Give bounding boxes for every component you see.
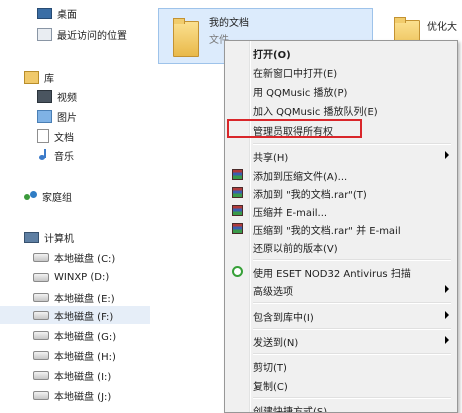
nav-item-label: 桌面 xyxy=(57,9,77,21)
context-menu: 打开(O) 在新窗口中打开(E) 用 QQMusic 播放(P) 加入 QQMu… xyxy=(224,40,458,413)
nav-item-label: 计算机 xyxy=(44,233,74,245)
drive-icon xyxy=(33,390,49,400)
desktop-icon xyxy=(37,7,52,19)
nav-item-label: 图片 xyxy=(57,112,77,124)
menu-item-share[interactable]: 共享(H) xyxy=(227,147,455,165)
drive-icon xyxy=(33,370,49,380)
menu-item-compress-rar-email[interactable]: 压缩到 "我的文档.rar" 并 E-mail xyxy=(227,220,455,238)
eset-icon xyxy=(232,266,243,277)
navigation-pane: 桌面 最近访问的位置 库 视频 图片 文档 音乐 家庭组 计算机 本地磁盘 (C… xyxy=(0,0,150,413)
documents-icon xyxy=(37,129,49,143)
menu-separator xyxy=(253,353,451,355)
music-icon xyxy=(37,149,49,161)
nav-item-label: 本地磁盘 (F:) xyxy=(54,311,114,323)
menu-item-open[interactable]: 打开(O) xyxy=(227,44,455,62)
submenu-arrow-icon xyxy=(445,285,449,293)
menu-separator xyxy=(253,302,451,304)
menu-item-cut[interactable]: 剪切(T) xyxy=(227,357,455,375)
menu-item-qqmusic-queue[interactable]: 加入 QQMusic 播放队列(E) xyxy=(227,101,455,119)
winrar-icon xyxy=(232,205,243,216)
video-icon xyxy=(37,89,52,103)
menu-separator xyxy=(253,328,451,330)
menu-item-copy[interactable]: 复制(C) xyxy=(227,376,455,394)
winrar-icon xyxy=(232,223,243,234)
nav-item-label: 本地磁盘 (C:) xyxy=(54,253,116,265)
highlight-annotation-box xyxy=(227,119,362,138)
menu-item-send-to[interactable]: 发送到(N) xyxy=(227,332,455,350)
menu-item-add-to-archive[interactable]: 添加到压缩文件(A)... xyxy=(227,166,455,184)
drive-icon xyxy=(33,292,49,302)
nav-item-label: 视频 xyxy=(57,92,77,104)
drive-icon xyxy=(33,330,49,340)
menu-item-create-shortcut[interactable]: 创建快捷方式(S) xyxy=(227,401,455,413)
pictures-icon xyxy=(37,109,52,123)
menu-separator xyxy=(253,397,451,399)
menu-item-compress-email[interactable]: 压缩并 E-mail... xyxy=(227,202,455,220)
menu-item-add-to-rar[interactable]: 添加到 "我的文档.rar"(T) xyxy=(227,184,455,202)
nav-item-label: 本地磁盘 (J:) xyxy=(54,391,112,403)
menu-item-qqmusic-play[interactable]: 用 QQMusic 播放(P) xyxy=(227,82,455,100)
nav-item-label: 本地磁盘 (E:) xyxy=(54,293,115,305)
library-icon xyxy=(24,70,39,84)
submenu-arrow-icon xyxy=(445,336,449,344)
nav-item-label: 文档 xyxy=(54,132,74,144)
nav-item-label: 本地磁盘 (G:) xyxy=(54,331,117,343)
drive-icon xyxy=(33,272,49,282)
menu-item-restore-versions[interactable]: 还原以前的版本(V) xyxy=(227,238,455,256)
drive-icon xyxy=(33,252,49,262)
nav-item-label: 音乐 xyxy=(54,151,74,163)
submenu-arrow-icon xyxy=(445,151,449,159)
nav-item-label: 本地磁盘 (H:) xyxy=(54,351,116,363)
menu-item-include-in-library[interactable]: 包含到库中(I) xyxy=(227,307,455,325)
homegroup-icon xyxy=(24,190,37,202)
drive-icon xyxy=(33,350,49,360)
recent-places-icon xyxy=(37,27,52,41)
folder-icon xyxy=(173,18,199,57)
menu-separator xyxy=(253,143,451,145)
drive-icon xyxy=(33,310,49,320)
computer-icon xyxy=(24,231,39,243)
nav-item-drive-f[interactable]: 本地磁盘 (F:) xyxy=(0,306,150,324)
menu-item-advanced-options[interactable]: 高级选项 xyxy=(227,281,455,299)
winrar-icon xyxy=(232,187,243,198)
nav-item-label: 库 xyxy=(44,73,54,85)
nav-item-label: 本地磁盘 (I:) xyxy=(54,371,112,383)
nav-item-label: WINXP (D:) xyxy=(54,271,110,283)
file-item-title: 优化大 xyxy=(427,22,457,33)
menu-item-open-new-window[interactable]: 在新窗口中打开(E) xyxy=(227,63,455,81)
nav-item-label: 最近访问的位置 xyxy=(57,30,127,42)
winrar-icon xyxy=(232,169,243,180)
menu-separator xyxy=(253,259,451,261)
submenu-arrow-icon xyxy=(445,311,449,319)
menu-item-eset-scan[interactable]: 使用 ESET NOD32 Antivirus 扫描 xyxy=(227,263,455,281)
file-item-title: 我的文档 xyxy=(209,18,249,29)
nav-item-label: 家庭组 xyxy=(42,192,72,204)
